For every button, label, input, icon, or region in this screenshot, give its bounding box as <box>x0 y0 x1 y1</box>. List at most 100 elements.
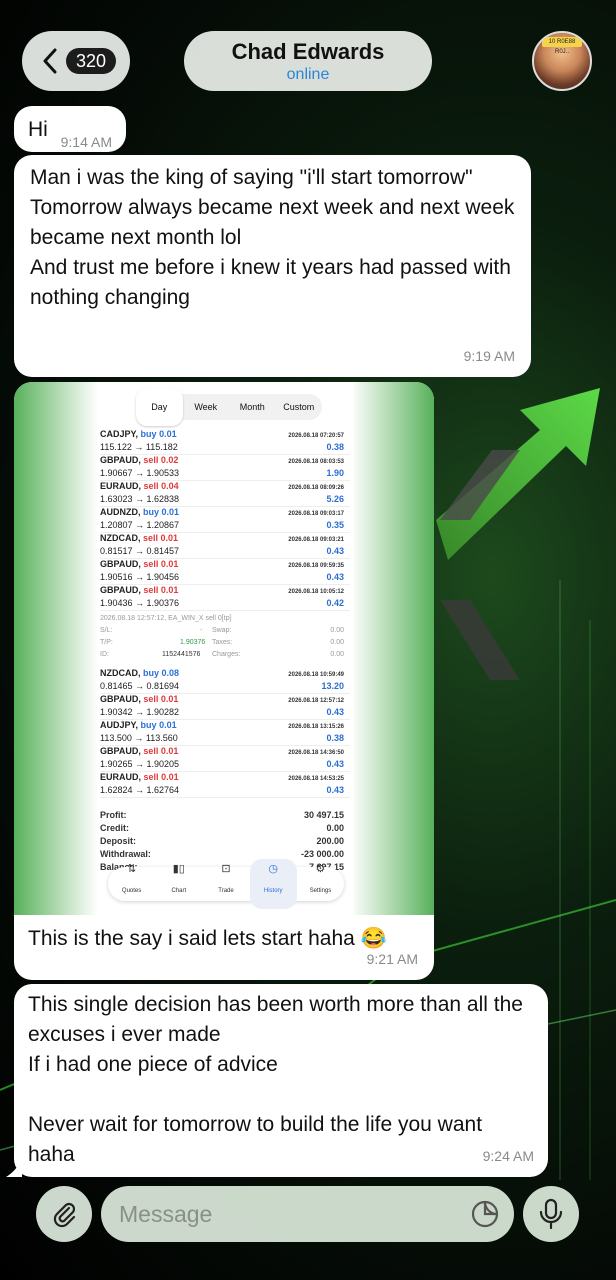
trade-row: GBPAUD, sell 0.02 2026.08.18 08:03:53 1.90… <box>100 454 350 481</box>
tp-label: T/P: <box>100 639 113 646</box>
trade-lot: 0.01 <box>161 772 179 782</box>
message-bubble[interactable]: Hi 9:14 AM <box>14 106 126 152</box>
trade-profit: 0.38 <box>326 442 344 452</box>
trade-symbol: AUDNZD, <box>100 507 141 517</box>
trade-row: NZDCAD, sell 0.01 2026.08.18 09:03:21 0.81… <box>100 532 350 559</box>
trade-icon: ⊡ <box>221 863 231 875</box>
trade-side: sell <box>143 559 159 569</box>
charges-value: 0.00 <box>330 651 344 658</box>
trade-lot: 0.01 <box>160 694 179 704</box>
trade-lot: 0.04 <box>161 481 179 491</box>
image-message-bubble[interactable]: Day Week Month Custom CADJPY, buy 0.01 20… <box>14 382 434 980</box>
trade-profit: 0.38 <box>326 733 344 743</box>
trade-prices: 115.122 → 115.182 <box>100 442 178 452</box>
microphone-icon <box>539 1198 563 1230</box>
trade-symbol: AUDJPY, <box>100 720 139 730</box>
trade-lot: 0.01 <box>161 507 180 517</box>
trade-symbol: EURAUD, <box>100 772 142 782</box>
sl-label: S/L: <box>100 627 113 634</box>
settings-icon: ⚙ <box>315 863 326 875</box>
trade-symbol: GBPAUD, <box>100 559 141 569</box>
trade-prices: 1.90516 → 1.90456 <box>100 572 180 582</box>
trade-symbol: GBPAUD, <box>100 746 141 756</box>
trade-symbol: NZDCAD, <box>100 533 141 543</box>
trade-prices: 1.90265 → 1.90205 <box>100 759 180 769</box>
chat-header[interactable]: Chad Edwards online <box>184 31 432 91</box>
message-line <box>28 1080 534 1110</box>
detail-header: 2026.08.18 12:57:12, EA_WIN_X sell 0[tp] <box>100 615 232 622</box>
microphone-button[interactable] <box>523 1186 579 1242</box>
nav-quotes: ⇅ Quotes <box>108 862 155 906</box>
trade-lot: 0.01 <box>160 533 179 543</box>
trade-prices: 0.81465 → 0.81694 <box>100 681 180 691</box>
avatar[interactable]: 10 R0E88 R0J.. <box>532 31 592 91</box>
trade-symbol: GBPAUD, <box>100 455 141 465</box>
trade-profit: 13.20 <box>321 681 344 691</box>
trade-symbol: EURAUD, <box>100 481 142 491</box>
nav-settings: ⚙ Settings <box>297 862 344 906</box>
trade-row: EURAUD, sell 0.04 2026.08.18 08:09:26 1.63… <box>100 480 350 507</box>
sticker-icon[interactable] <box>470 1199 500 1229</box>
period-tabs: Day Week Month Custom <box>136 388 322 426</box>
trade-side: sell <box>143 481 159 491</box>
trade-prices: 113.500 → 113.560 <box>100 733 178 743</box>
trade-symbol: CADJPY, <box>100 429 139 439</box>
trade-row: GBPAUD, sell 0.01 2026.08.18 12:57:12 1.90… <box>100 693 350 720</box>
message-line: If i had one piece of advice <box>28 1053 278 1076</box>
trade-lot: 0.01 <box>159 720 177 730</box>
trade-lot: 0.08 <box>161 668 180 678</box>
message-time: 9:21 AM <box>366 951 418 967</box>
trade-symbol: GBPAUD, <box>100 694 141 704</box>
summary-row: Credit: 0.00 <box>100 813 350 833</box>
trade-row: GBPAUD, sell 0.01 2026.08.18 09:59:35 1.90… <box>100 558 350 585</box>
message-bubble[interactable]: This single decision has been worth more… <box>6 984 548 1177</box>
back-button[interactable]: 320 <box>22 31 130 91</box>
trade-side: buy <box>140 429 157 439</box>
trade-side: sell <box>143 746 159 756</box>
trade-row: CADJPY, buy 0.01 2026.08.18 07:20:57 115.1… <box>100 428 350 455</box>
avatar-sign: 10 R0E88 R0J.. <box>542 37 582 55</box>
trade-detail: 2026.08.18 12:57:12, EA_WIN_X sell 0[tp]… <box>100 613 350 661</box>
trade-side: buy <box>140 720 157 730</box>
trade-row: GBPAUD, sell 0.01 2026.08.18 10:05:12 1.90… <box>100 584 350 611</box>
tab-custom: Custom <box>283 402 315 412</box>
message-line: This single decision has been worth more… <box>28 993 523 1046</box>
trade-profit: 0.43 <box>326 572 344 582</box>
trade-side: sell <box>143 455 159 465</box>
unread-count-badge: 320 <box>66 48 117 74</box>
message-time: 9:19 AM <box>463 348 515 364</box>
trade-profit: 0.35 <box>326 520 344 530</box>
trade-prices: 1.90667 → 1.90533 <box>100 468 180 478</box>
message-input[interactable]: Message <box>101 1186 514 1242</box>
contact-name: Chad Edwards <box>231 39 385 64</box>
message-placeholder: Message <box>119 1201 213 1227</box>
nav-trade: ⊡ Trade <box>202 862 249 906</box>
chevron-left-icon <box>43 48 57 74</box>
nav-chart: ▮▯ Chart <box>155 862 202 906</box>
trading-history-screenshot[interactable]: Day Week Month Custom CADJPY, buy 0.01 20… <box>14 382 434 915</box>
trade-profit: 5.26 <box>326 494 344 504</box>
trade-lot: 0.01 <box>160 746 179 756</box>
trade-profit: 0.43 <box>326 707 344 717</box>
history-icon: ◷ <box>268 863 279 875</box>
trade-lot: 0.01 <box>160 585 179 595</box>
id-value: 1152441576 <box>162 651 201 658</box>
trade-prices: 1.90342 → 1.90282 <box>100 707 180 717</box>
message-line: Never wait for tomorrow to build the lif… <box>28 1113 483 1166</box>
image-caption: This is the say i said lets start haha 😂 <box>28 927 387 950</box>
summary-row: Withdrawal: -23 000.00 <box>100 839 350 859</box>
attach-button[interactable] <box>36 1186 92 1242</box>
message-bubble[interactable]: Man i was the king of saying "i'll start… <box>14 155 531 377</box>
trade-prices: 1.63023 → 1.62838 <box>100 494 180 504</box>
tab-month: Month <box>239 402 265 412</box>
trade-profit: 0.43 <box>326 785 344 795</box>
id-label: ID: <box>100 651 109 658</box>
trade-side: sell <box>143 585 159 595</box>
trade-side: sell <box>143 772 159 782</box>
app-bottom-nav: ⇅ Quotes ▮▯ Chart ⊡ Trade ◷ History ⚙ Setting… <box>108 859 344 909</box>
trade-row: AUDNZD, buy 0.01 2026.08.18 09:03:17 1.208… <box>100 506 350 533</box>
trade-profit: 0.43 <box>326 546 344 556</box>
trade-symbol: NZDCAD, <box>100 668 141 678</box>
trade-row: GBPAUD, sell 0.01 2026.08.18 14:36:50 1.90… <box>100 745 350 772</box>
message-text: Hi <box>28 118 48 141</box>
